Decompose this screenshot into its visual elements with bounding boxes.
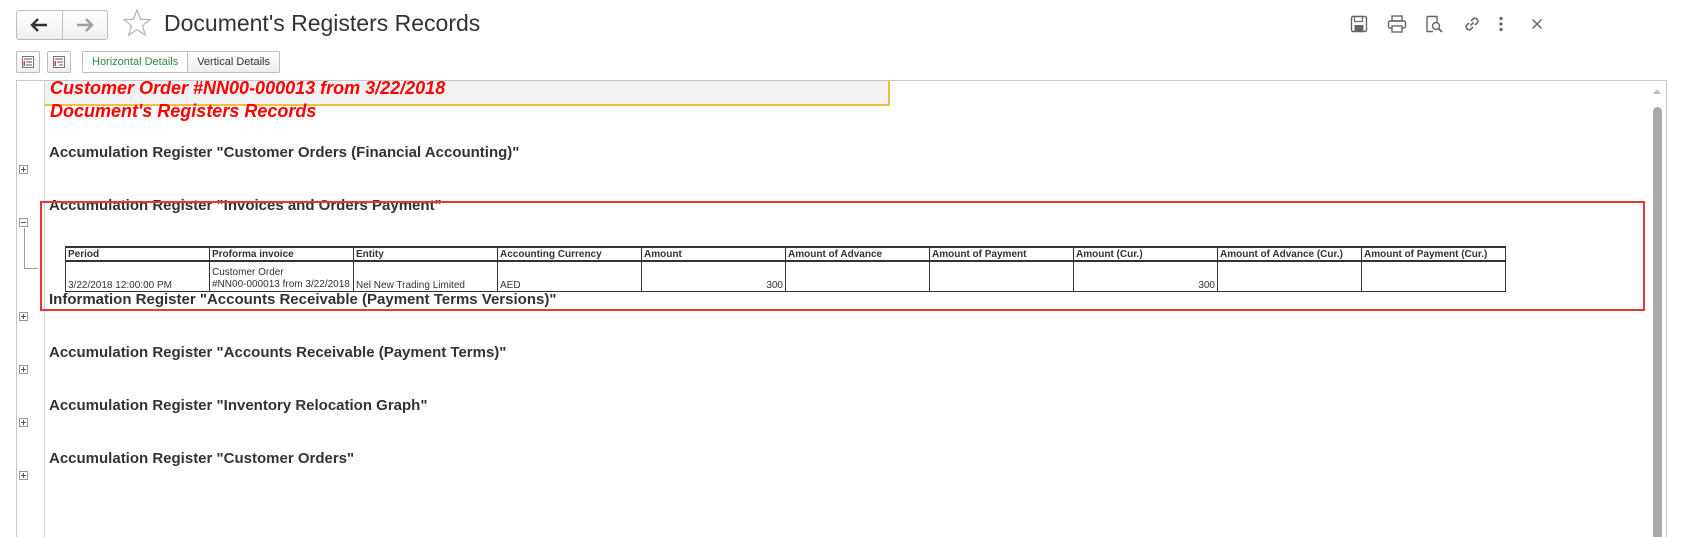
column-header: Amount of Payment <box>929 246 1074 262</box>
section-title-6: Accumulation Register "Customer Orders" <box>49 450 355 467</box>
section-title-1: Accumulation Register "Customer Orders (… <box>49 144 520 161</box>
forward-button[interactable] <box>61 11 107 39</box>
cell-amount-advance-cur[interactable] <box>1217 260 1362 292</box>
cell-amount-advance[interactable] <box>785 260 930 292</box>
arrow-left-icon <box>30 18 48 32</box>
outline-group-line <box>24 228 25 268</box>
floppy-disk-icon <box>1350 15 1368 33</box>
arrow-right-icon <box>76 18 94 32</box>
expand-section-4-toggle[interactable] <box>19 365 28 374</box>
favorite-button[interactable] <box>122 8 152 38</box>
outline-expand-button[interactable] <box>47 51 71 73</box>
column-header: Entity <box>353 246 498 262</box>
print-preview-icon <box>1426 15 1443 33</box>
proforma-line-1: Customer Order <box>212 266 284 278</box>
column-header: Amount <box>641 246 786 262</box>
table-header-row: Period Proforma invoice Entity Accountin… <box>65 246 1506 262</box>
expand-section-5-toggle[interactable] <box>19 418 28 427</box>
details-view-switch: Horizontal Details Vertical Details <box>82 51 280 73</box>
column-header: Accounting Currency <box>497 246 642 262</box>
cell-entity[interactable]: Nel New Trading Limited <box>353 260 498 292</box>
cell-amount[interactable]: 300 <box>641 260 786 292</box>
more-button[interactable] <box>1488 12 1514 36</box>
link-icon <box>1465 17 1479 31</box>
report-toolbar: Horizontal Details Vertical Details <box>16 51 616 73</box>
cell-accounting-currency[interactable]: AED <box>497 260 642 292</box>
expand-section-3-toggle[interactable] <box>19 312 28 321</box>
tab-vertical-details[interactable]: Vertical Details <box>187 52 279 72</box>
report-subtitle: Document's Registers Records <box>50 101 317 121</box>
outline-collapse-button[interactable] <box>16 51 40 73</box>
navigation-group <box>16 10 108 40</box>
cell-amount-payment[interactable] <box>929 260 1074 292</box>
expand-section-1-toggle[interactable] <box>19 165 28 174</box>
vertical-scrollbar[interactable] <box>1649 81 1666 537</box>
save-button[interactable] <box>1346 12 1372 36</box>
document-header: Customer Order #NN00-000013 from 3/22/20… <box>50 80 446 98</box>
table-row: 3/22/2018 12:00:00 PM Customer Order #NN… <box>65 260 1506 292</box>
link-button[interactable] <box>1459 12 1485 36</box>
page-title: Document's Registers Records <box>164 10 481 36</box>
close-button[interactable] <box>1524 12 1550 36</box>
section-title-5: Accumulation Register "Inventory Relocat… <box>49 397 428 414</box>
tab-horizontal-details[interactable]: Horizontal Details <box>83 52 188 72</box>
outline-group-foot <box>24 268 38 269</box>
section-title-3: Information Register "Accounts Receivabl… <box>49 291 557 308</box>
outline-collapse-icon <box>22 56 34 68</box>
register-table: Period Proforma invoice Entity Accountin… <box>65 246 1506 292</box>
cell-period[interactable]: 3/22/2018 12:00:00 PM <box>65 260 210 292</box>
cell-proforma-invoice[interactable]: Customer Order #NN00-000013 from 3/22/20… <box>209 260 354 292</box>
scroll-up-arrow[interactable] <box>1653 89 1661 94</box>
proforma-line-2: #NN00-000013 from 3/22/2018 <box>212 278 350 290</box>
column-header: Amount (Cur.) <box>1073 246 1218 262</box>
printer-icon <box>1387 15 1407 33</box>
cell-amount-cur[interactable]: 300 <box>1073 260 1218 292</box>
report-spreadsheet[interactable]: Customer Order #NN00-000013 from 3/22/20… <box>16 80 1667 537</box>
column-header: Amount of Advance <box>785 246 930 262</box>
column-header: Amount of Advance (Cur.) <box>1217 246 1362 262</box>
print-button[interactable] <box>1384 12 1410 36</box>
outline-expand-icon <box>53 56 65 68</box>
window-header: Document's Registers Records <box>0 0 1684 48</box>
scroll-thumb[interactable] <box>1653 107 1662 537</box>
back-button[interactable] <box>17 11 62 39</box>
cell-amount-payment-cur[interactable] <box>1361 260 1506 292</box>
column-header: Amount of Payment (Cur.) <box>1361 246 1506 262</box>
more-vertical-icon <box>1499 16 1503 32</box>
star-icon <box>122 8 152 37</box>
column-header: Period <box>65 246 210 262</box>
section-title-4: Accumulation Register "Accounts Receivab… <box>49 344 507 361</box>
close-icon <box>1531 18 1543 30</box>
column-header: Proforma invoice <box>209 246 354 262</box>
collapse-section-2-toggle[interactable] <box>19 218 28 227</box>
print-preview-button[interactable] <box>1421 12 1447 36</box>
expand-section-6-toggle[interactable] <box>19 471 28 480</box>
